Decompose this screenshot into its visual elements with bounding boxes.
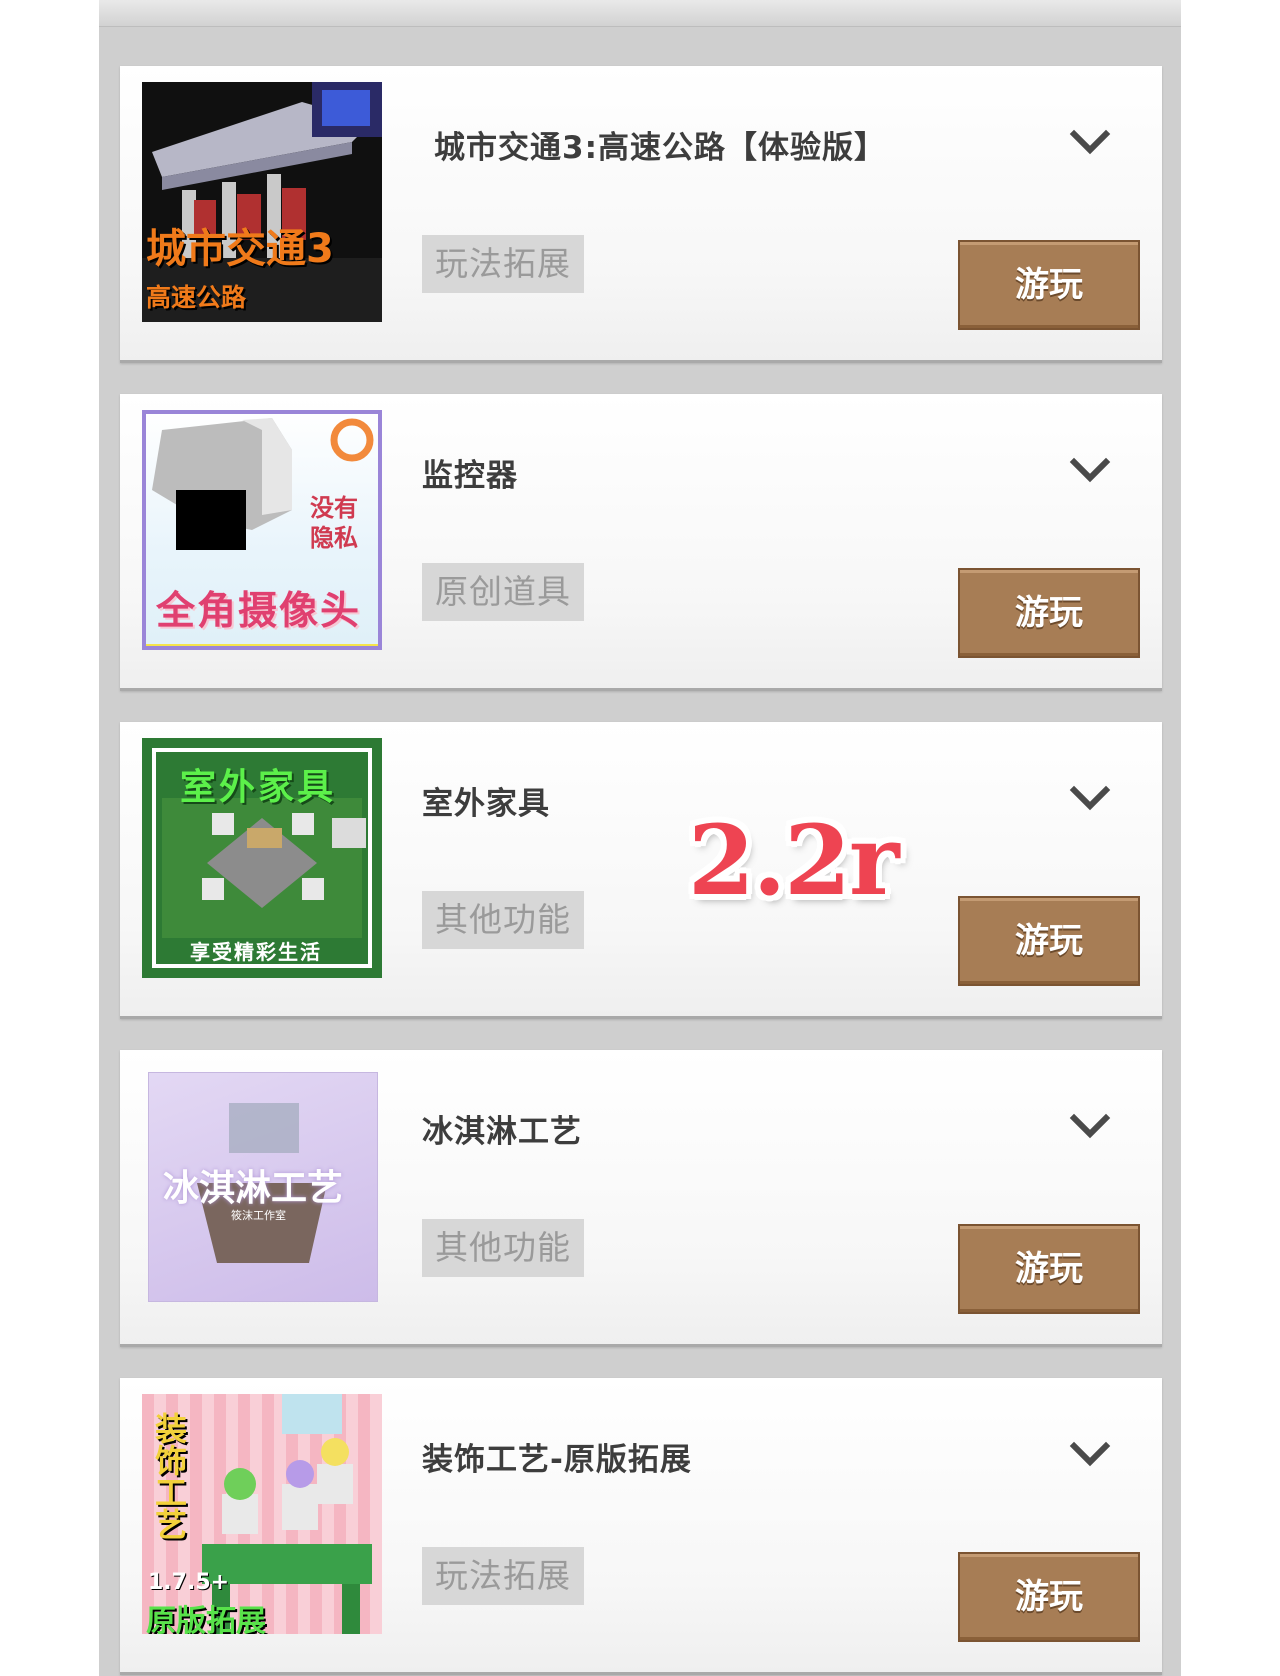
- chevron-down-icon[interactable]: [1066, 454, 1114, 488]
- chevron-down-icon[interactable]: [1066, 126, 1114, 160]
- version-stamp: 2.2r: [688, 804, 900, 917]
- item-thumbnail[interactable]: 没有 隐私 全角摄像头: [142, 410, 382, 650]
- thumbnail-subtitle: 筱沫工作室: [231, 1209, 286, 1222]
- chevron-down-icon[interactable]: [1066, 1110, 1114, 1144]
- item-thumbnail[interactable]: 冰淇淋工艺 筱沫工作室: [148, 1072, 378, 1302]
- list-item: 城市交通3 高速公路 城市交通3:高速公路【体验版】 玩法拓展 游玩: [120, 66, 1162, 363]
- thumbnail-title: 冰淇淋工艺: [163, 1168, 344, 1209]
- play-button[interactable]: 游玩: [958, 896, 1140, 986]
- category-tag: 原创道具: [422, 563, 584, 621]
- item-title: 冰淇淋工艺: [422, 1114, 582, 1150]
- chevron-down-icon[interactable]: [1066, 1438, 1114, 1472]
- top-bar: [99, 0, 1181, 27]
- chevron-down-icon[interactable]: [1066, 782, 1114, 816]
- item-thumbnail[interactable]: 城市交通3 高速公路: [142, 82, 382, 322]
- list-item: 冰淇淋工艺 筱沫工作室 冰淇淋工艺 其他功能 游玩: [120, 1050, 1162, 1347]
- play-button[interactable]: 游玩: [958, 240, 1140, 330]
- thumbnail-title: 城市交通3: [146, 226, 334, 272]
- category-tag: 玩法拓展: [422, 235, 584, 293]
- thumbnail-title: 室外家具: [180, 767, 337, 808]
- item-title: 城市交通3:高速公路【体验版】: [434, 130, 886, 166]
- play-button[interactable]: 游玩: [958, 1224, 1140, 1314]
- list-item: 装饰工艺 1.7.5+ 原版拓展 装饰工艺-原版拓展 玩法拓展 游玩: [120, 1378, 1162, 1675]
- item-title: 装饰工艺-原版拓展: [422, 1442, 692, 1478]
- list-item: 没有 隐私 全角摄像头 监控器 原创道具 游玩: [120, 394, 1162, 691]
- category-tag: 玩法拓展: [422, 1547, 584, 1605]
- category-tag: 其他功能: [422, 891, 584, 949]
- thumbnail-title: 全角摄像头: [156, 589, 362, 634]
- thumbnail-subtitle: 高速公路: [146, 283, 247, 312]
- category-tag: 其他功能: [422, 1219, 584, 1277]
- item-thumbnail[interactable]: 室外家具 享受精彩生活: [142, 738, 382, 978]
- thumbnail-version: 1.7.5+: [148, 1570, 230, 1595]
- thumbnail-tagline: 隐私: [310, 524, 358, 552]
- item-title: 室外家具: [422, 786, 550, 822]
- item-thumbnail[interactable]: 装饰工艺 1.7.5+ 原版拓展: [142, 1394, 382, 1634]
- thumbnail-subtitle: 原版拓展: [146, 1604, 266, 1634]
- play-button[interactable]: 游玩: [958, 1552, 1140, 1642]
- list-item: 室外家具 享受精彩生活 室外家具 其他功能 游玩: [120, 722, 1162, 1019]
- play-button[interactable]: 游玩: [958, 568, 1140, 658]
- item-title: 监控器: [422, 458, 518, 494]
- thumbnail-title: 装饰工艺: [150, 1412, 188, 1540]
- thumbnail-subtitle: 享受精彩生活: [190, 940, 322, 964]
